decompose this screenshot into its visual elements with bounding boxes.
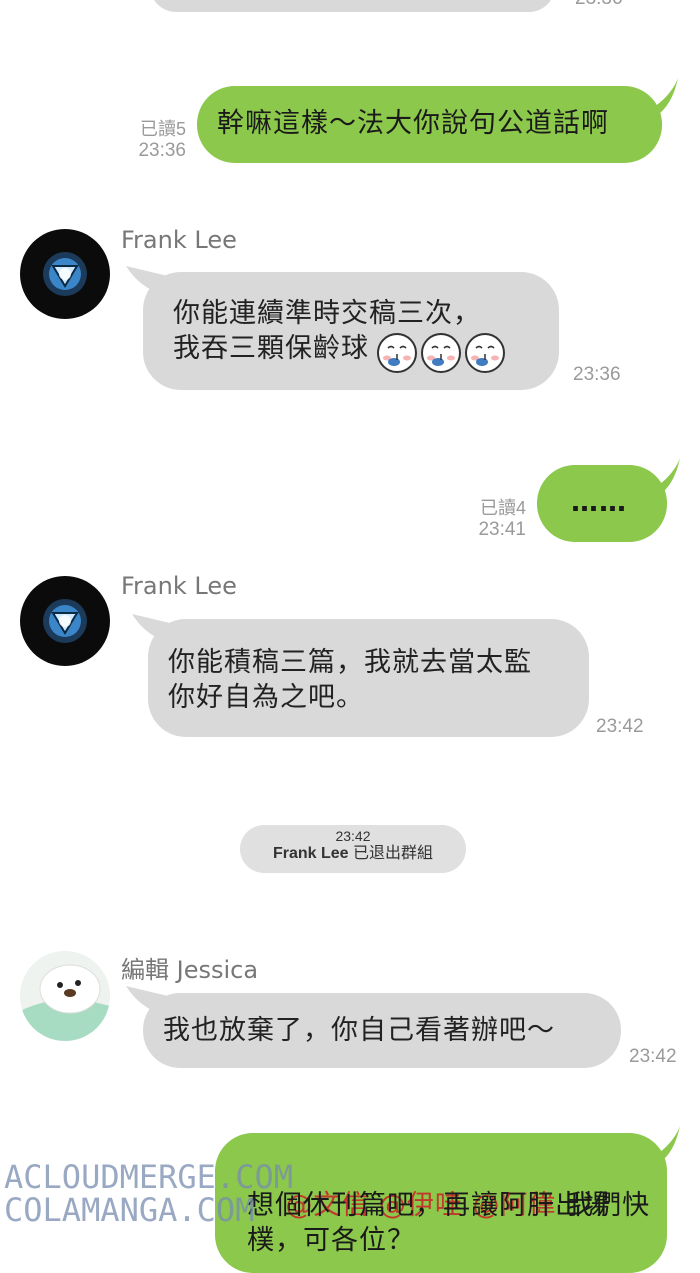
sick-face-emoji-icon [465,332,506,373]
received-message-bubble[interactable]: 你能連續準時交稿三次， 我吞三顆保齡球 [143,272,559,390]
avatar-frank-lee[interactable] [20,576,110,666]
message-time: 23:41 [478,519,526,540]
sender-name: Frank Lee [121,226,237,254]
message-text-line-2: 我吞三顆保齡球 [173,333,369,364]
watermark-line-2: COLAMANGA.COM [4,1191,255,1229]
sender-name: Frank Lee [121,572,237,600]
system-notice-time: 23:42 [335,828,371,844]
read-count: 已讀5 [139,119,186,139]
message-text: 我也放棄了，你自己看著辦吧～ [163,1015,555,1046]
message-time: 23:42 [596,716,644,737]
sent-message-bubble[interactable]: @文信 @伊哇 @阿偉 我們快 想個休刊篇吧，再讓阿肝出場 樸，可各位？ [215,1133,667,1273]
avatar-jessica[interactable] [20,951,110,1041]
sick-face-emoji-icon [421,332,462,373]
message-time: 23:36 [573,364,621,385]
system-notice-user: Frank Lee [272,845,349,862]
message-text-line-1: 你能積稿三篇，我就去當太監 [168,647,532,678]
message-text-line-3: 樸，可各位？ [247,1225,415,1256]
bubble-tail [642,458,680,498]
message-text: …… [571,487,627,518]
message-text-line-2: 你好自為之吧。 [168,682,364,713]
message-text: 幹嘛這樣～法大你說句公道話啊 [217,108,609,139]
bubble-tail [642,1126,680,1166]
previous-message-time: 23:36 [575,0,623,10]
received-message-bubble[interactable]: 你能積稿三篇，我就去當太監 你好自為之吧。 [148,619,589,737]
arc-reactor-icon [43,599,87,643]
message-text-line-2: 想個休刊篇吧，再讓阿肝出場 [247,1190,611,1221]
sender-name: 編輯 Jessica [121,956,259,984]
message-text-line-1: 你能連續準時交稿三次， [173,298,481,329]
received-message-bubble[interactable]: 我也放棄了，你自己看著辦吧～ [143,993,621,1068]
read-receipt: 已讀4 23:41 [450,497,526,541]
avatar-frank-lee[interactable] [20,229,110,319]
character-avatar-icon [20,951,110,1041]
read-count: 已讀4 [479,498,526,518]
sick-face-emoji-icon [377,332,418,373]
sent-message-bubble[interactable]: 幹嘛這樣～法大你說句公道話啊 [197,86,662,163]
bubble-tail [640,78,678,118]
system-notice: 23:42 Frank Lee 已退出群組 [240,825,466,873]
message-time: 23:36 [138,140,186,161]
system-notice-action: 已退出群組 [353,845,434,862]
read-receipt: 已讀5 23:36 [110,118,186,162]
previous-message-bubble [150,0,555,12]
arc-reactor-icon [43,252,87,296]
message-time: 23:42 [629,1046,677,1067]
